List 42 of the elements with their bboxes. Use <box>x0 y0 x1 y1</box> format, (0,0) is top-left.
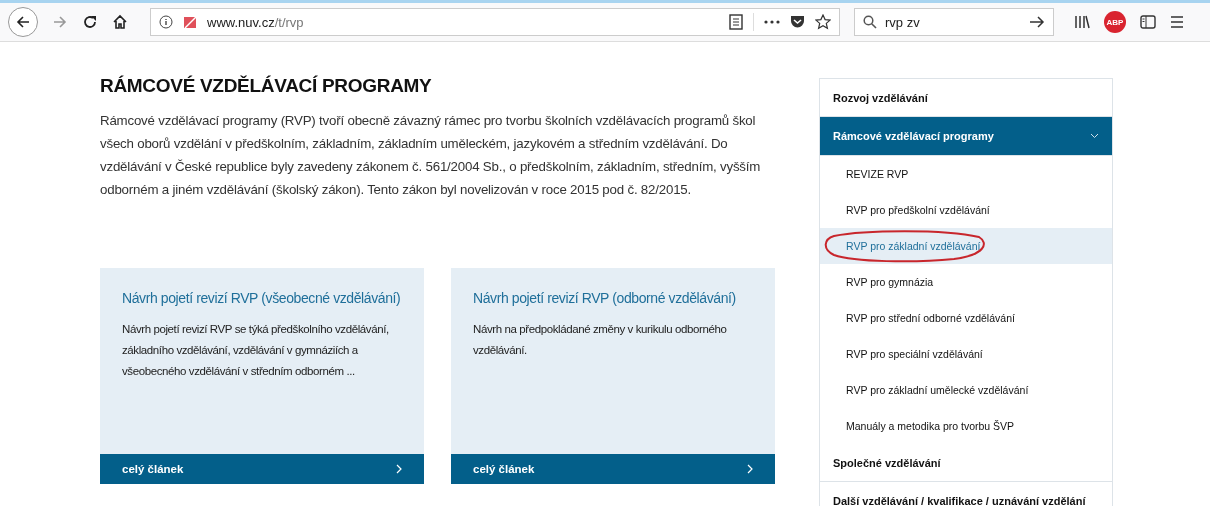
card-title-link[interactable]: Návrh pojetí revizí RVP (odborné vzdělávání) <box>473 286 753 311</box>
menu-item[interactable]: Společné vzdělávání <box>820 444 1112 482</box>
sidebar-icon[interactable] <box>1140 15 1156 29</box>
card-title-link[interactable]: Návrh pojetí revizí RVP (všeobecné vzdělávání) <box>122 286 402 311</box>
address-bar[interactable]: www.nuv.cz/t/rvp <box>150 8 840 36</box>
card-summary: Návrh na předpokládané změny v kurikulu odborného vzdělávání. <box>473 322 728 358</box>
submenu-item[interactable]: RVP pro základní vzdělávání <box>820 228 1112 264</box>
reader-icon[interactable] <box>729 14 743 30</box>
back-arrow-icon <box>15 14 31 30</box>
chevron-right-icon <box>747 464 753 474</box>
slashed-lock-icon[interactable] <box>183 15 197 29</box>
more-icon[interactable] <box>764 20 780 24</box>
shield-icon[interactable] <box>790 15 805 29</box>
chevron-right-icon <box>396 464 402 474</box>
menu-item[interactable]: Další vzdělávání / kvalifikace / uznávání vzdělání <box>820 482 1112 506</box>
star-icon[interactable] <box>815 14 831 30</box>
menu-icon[interactable] <box>1170 16 1184 28</box>
submenu-item[interactable]: RVP pro speciální vzdělávání <box>820 336 1112 372</box>
read-more-link[interactable]: celý článek <box>100 454 424 484</box>
search-field[interactable]: rvp zv <box>854 8 1054 36</box>
submenu-item[interactable]: RVP pro střední odborné vzdělávání <box>820 300 1112 336</box>
home-icon[interactable] <box>112 14 128 30</box>
page-title: RÁMCOVÉ VZDĚLÁVACÍ PROGRAMY <box>100 75 433 97</box>
reload-icon[interactable] <box>82 14 98 30</box>
submenu-item[interactable]: RVP pro předškolní vzdělávání <box>820 192 1112 228</box>
card-summary: Návrh pojetí revizí RVP se týká předškolního vzdělávání, základního vzdělávání, vzdělávání v gymnáziích a všeobecného vzdělávání v středním odborném ... <box>122 322 390 379</box>
submenu-item[interactable]: REVIZE RVP <box>820 156 1112 192</box>
read-more-link[interactable]: celý článek <box>451 454 775 484</box>
submenu-item[interactable]: RVP pro základní umělecké vzdělávání <box>820 372 1112 408</box>
submenu-item[interactable]: Manuály a metodika pro tvorbu ŠVP <box>820 408 1112 444</box>
back-button[interactable] <box>8 7 38 37</box>
info-icon[interactable] <box>159 15 173 29</box>
submenu-item[interactable]: RVP pro gymnázia <box>820 264 1112 300</box>
intro-paragraph: Rámcové vzdělávací programy (RVP) tvoří obecně závazný rámec pro tvorbu školních vzdělávacích programů škol všech oborů vzdělání v předškolním, základním, základním uměleckém, jazykovém a středním vzdělávání. Do vzdělávání v České republice byly zavedeny zákonem č. 561/2004 Sb., o předškolním, základním, středním, vyšším odborném a jiném vzdělávání (školský zákon). Tento zákon byl novelizován v roce 2015 pod č. 82/2015. <box>100 112 762 199</box>
forward-icon[interactable] <box>52 14 68 30</box>
chevron-down-icon <box>1090 133 1099 139</box>
go-arrow-icon[interactable] <box>1029 15 1045 29</box>
library-icon[interactable] <box>1074 15 1090 29</box>
adblock-icon[interactable]: ABP <box>1104 11 1126 33</box>
url-text: www.nuv.cz/t/rvp <box>207 14 305 30</box>
search-icon <box>863 15 877 29</box>
menu-item[interactable]: Rámcové vzdělávací programy <box>820 117 1112 156</box>
